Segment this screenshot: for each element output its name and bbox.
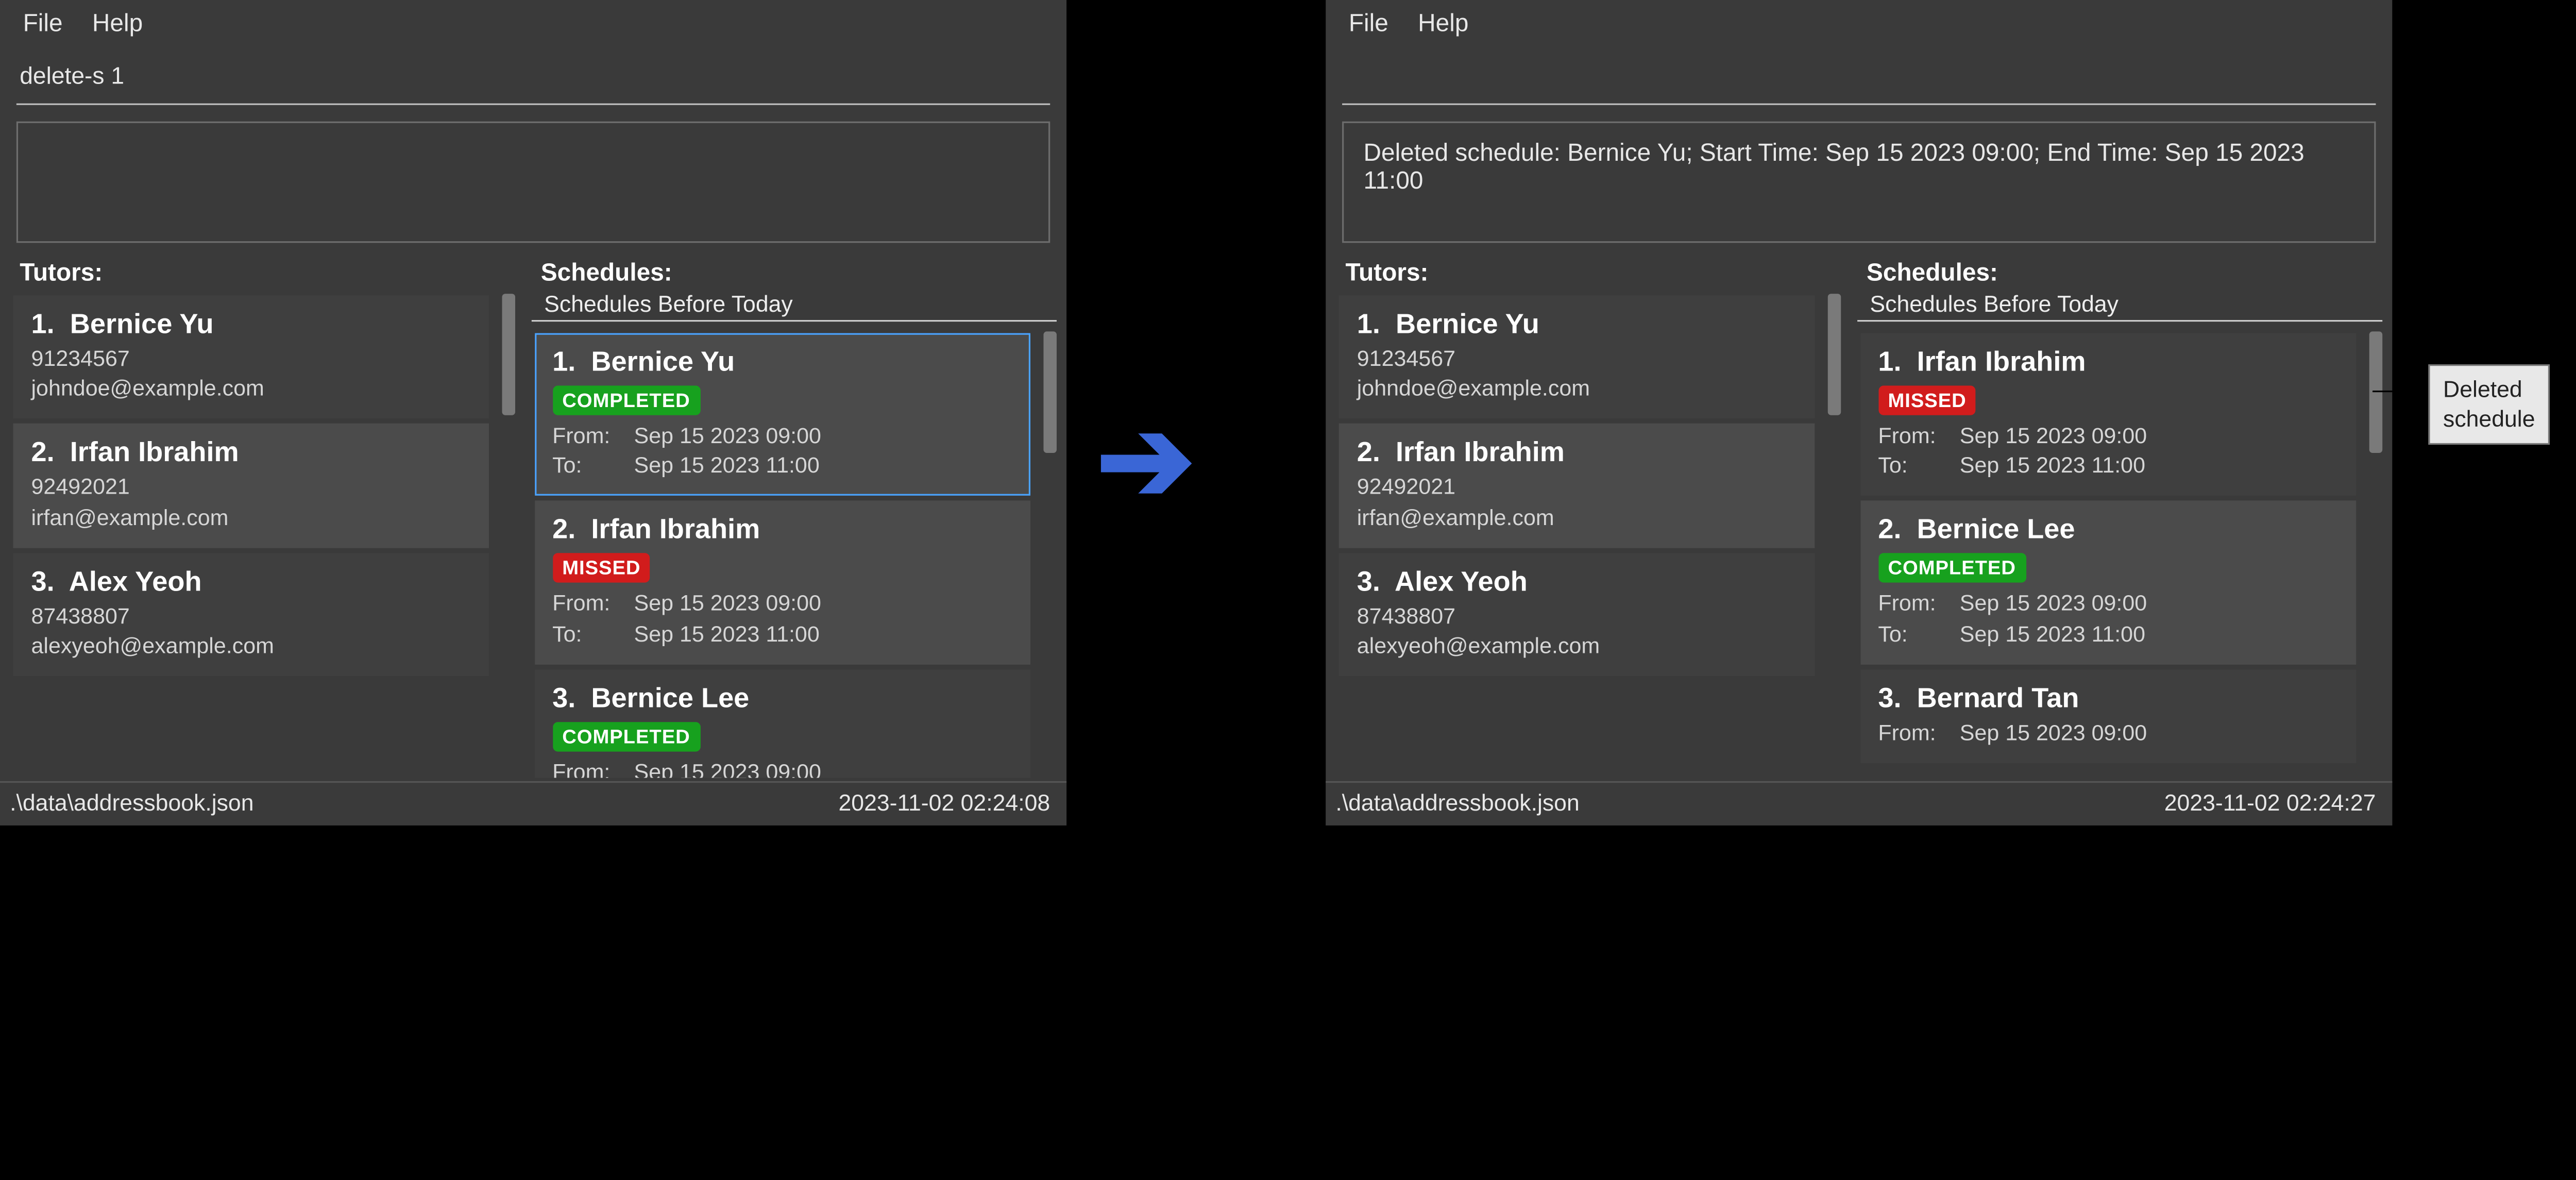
schedules-subheading: Schedules Before Today [531, 291, 1057, 322]
schedule-from: From: Sep 15 2023 09:00 [552, 422, 1012, 451]
tutor-card[interactable]: 2. Irfan Ibrahim 92492021irfan@example.co… [1339, 424, 1814, 548]
tutor-email: irfan@example.com [31, 503, 470, 533]
schedule-from: From: Sep 15 2023 09:00 [1878, 422, 2338, 451]
status-badge: MISSED [552, 554, 650, 583]
tutor-name: 3. Alex Yeoh [1357, 566, 1796, 599]
schedules-scrollbar[interactable] [2366, 328, 2385, 778]
status-badge: COMPLETED [552, 385, 700, 415]
result-display [16, 122, 1050, 243]
schedule-name: 2. Bernice Lee [1878, 514, 2338, 547]
schedule-to: To: Sep 15 2023 11:00 [1878, 620, 2338, 650]
tutor-email: alexyeoh@example.com [31, 632, 470, 662]
menu-bar: File Help [0, 0, 1066, 47]
tutor-email: johndoe@example.com [1357, 375, 1796, 404]
result-display: Deleted schedule: Bernice Yu; Start Time… [1342, 122, 2376, 243]
schedule-from: From: Sep 15 2023 09:00 [552, 758, 1012, 778]
callout-label: Deleted schedule [2428, 364, 2550, 445]
tutor-phone: 91234567 [1357, 345, 1796, 375]
tutor-phone: 92492021 [31, 474, 470, 503]
status-badge: COMPLETED [552, 722, 700, 751]
menu-file[interactable]: File [23, 10, 63, 38]
tutor-card[interactable]: 3. Alex Yeoh87438807alexyeoh@example.com [13, 553, 488, 677]
tutor-email: irfan@example.com [1357, 503, 1796, 533]
status-path: .\data\addressbook.json [1335, 789, 1579, 816]
command-input[interactable] [1342, 54, 2376, 105]
status-bar: .\data\addressbook.json 2023-11-02 02:24… [1326, 781, 2392, 825]
menu-help[interactable]: Help [1418, 10, 1468, 38]
schedule-card[interactable]: 1. Irfan Ibrahim MISSED From: Sep 15 2023 … [1860, 333, 2356, 496]
tutor-name: 1. Bernice Yu [31, 309, 470, 342]
tutor-email: alexyeoh@example.com [1357, 632, 1796, 662]
tutor-phone: 92492021 [1357, 474, 1796, 503]
schedule-to: To: Sep 15 2023 11:00 [552, 620, 1012, 650]
callout-connector [2372, 391, 2428, 392]
tutor-email: johndoe@example.com [31, 375, 470, 404]
status-badge: COMPLETED [1878, 554, 2026, 583]
tutors-scrollbar[interactable] [498, 291, 518, 778]
schedule-card[interactable]: 3. Bernard Tan From: Sep 15 2023 09:00 [1860, 669, 2356, 763]
menu-help[interactable]: Help [92, 10, 143, 38]
tutor-phone: 91234567 [31, 345, 470, 375]
tutor-phone: 87438807 [1357, 602, 1796, 632]
tutor-card[interactable]: 3. Alex Yeoh87438807alexyeoh@example.com [1339, 553, 1814, 677]
status-bar: .\data\addressbook.json 2023-11-02 02:24… [0, 781, 1066, 825]
tutor-name: 1. Bernice Yu [1357, 309, 1796, 342]
schedules-subheading: Schedules Before Today [1857, 291, 2382, 322]
menu-bar: File Help [1326, 0, 2392, 47]
status-badge: MISSED [1878, 385, 1976, 415]
status-time: 2023-11-02 02:24:08 [838, 789, 1050, 816]
schedule-name: 3. Bernard Tan [1878, 682, 2338, 715]
tutor-name: 2. Irfan Ibrahim [31, 437, 470, 470]
command-input[interactable] [16, 54, 1050, 105]
schedule-name: 2. Irfan Ibrahim [552, 514, 1012, 547]
schedule-from: From: Sep 15 2023 09:00 [1878, 719, 2338, 749]
status-path: .\data\addressbook.json [10, 789, 253, 816]
schedule-name: 1. Bernice Yu [552, 346, 1012, 379]
schedule-name: 3. Bernice Lee [552, 682, 1012, 715]
menu-file[interactable]: File [1349, 10, 1388, 38]
tutor-name: 2. Irfan Ibrahim [1357, 437, 1796, 470]
schedule-to: To: Sep 15 2023 11:00 [1878, 451, 2338, 481]
arrow-icon: ➔ [1096, 391, 1195, 529]
tutor-card[interactable]: 2. Irfan Ibrahim 92492021irfan@example.co… [13, 424, 488, 548]
schedule-card[interactable]: 2. Bernice Lee COMPLETED From: Sep 15 2023… [1860, 501, 2356, 665]
schedules-scrollbar[interactable] [1040, 328, 1060, 778]
schedule-from: From: Sep 15 2023 09:00 [1878, 590, 2338, 620]
status-time: 2023-11-02 02:24:27 [2164, 789, 2376, 816]
schedule-from: From: Sep 15 2023 09:00 [552, 590, 1012, 620]
tutors-heading: Tutors: [7, 252, 518, 290]
tutor-name: 3. Alex Yeoh [31, 566, 470, 599]
schedule-to: To: Sep 15 2023 11:00 [552, 451, 1012, 481]
schedule-card[interactable]: 3. Bernice Lee COMPLETED From: Sep 15 2023… [534, 669, 1030, 778]
schedule-card[interactable]: 1. Bernice Yu COMPLETED From: Sep 15 2023 … [534, 333, 1030, 496]
tutors-heading: Tutors: [1332, 252, 1843, 290]
schedule-card[interactable]: 2. Irfan Ibrahim MISSED From: Sep 15 2023 … [534, 501, 1030, 665]
tutor-phone: 87438807 [31, 602, 470, 632]
tutor-card[interactable]: 1. Bernice Yu91234567johndoe@example.com [13, 295, 488, 419]
schedules-heading: Schedules: [1854, 252, 2386, 290]
tutor-card[interactable]: 1. Bernice Yu91234567johndoe@example.com [1339, 295, 1814, 419]
tutors-scrollbar[interactable] [1824, 291, 1843, 778]
schedules-heading: Schedules: [528, 252, 1060, 290]
schedule-name: 1. Irfan Ibrahim [1878, 346, 2338, 379]
